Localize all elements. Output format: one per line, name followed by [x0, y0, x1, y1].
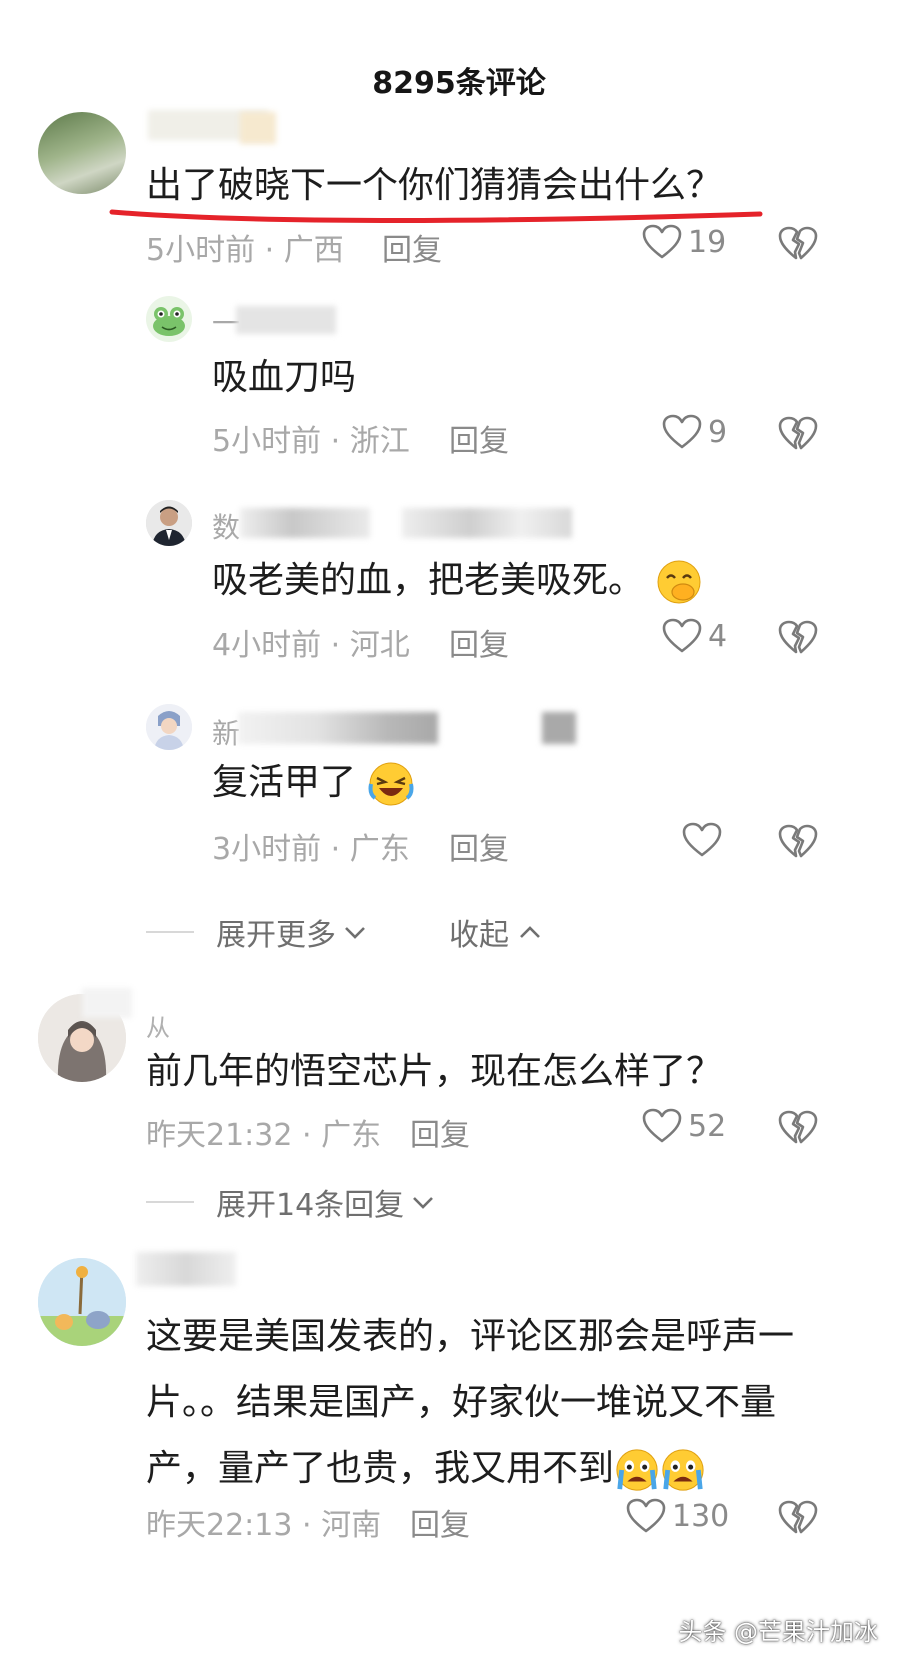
heart-icon [642, 1108, 682, 1144]
broken-heart-icon[interactable] [778, 620, 818, 656]
broken-heart-icon[interactable] [778, 1500, 818, 1536]
chevron-up-icon [520, 926, 540, 938]
username-blurred [542, 712, 576, 744]
broken-heart-icon[interactable] [778, 416, 818, 452]
comment-count-title: 8295条评论 [372, 66, 546, 101]
expand-replies-row[interactable]: 展开14条回复 [146, 1180, 436, 1224]
comment-text: 这要是美国发表的，评论区那会是呼声一片。。结果是国产，好家伙一堆说又不量产，量产… [146, 1304, 796, 1502]
username-blurred [82, 988, 132, 1018]
reply-button[interactable]: 回复 [410, 1500, 470, 1544]
like-button[interactable]: 130 [626, 1498, 729, 1534]
character-avatar-icon [146, 704, 192, 750]
heart-icon [682, 822, 722, 858]
like-button[interactable]: 9 [662, 414, 727, 450]
like-button[interactable]: 19 [642, 224, 726, 260]
reply-button[interactable]: 回复 [449, 416, 509, 460]
broken-heart-icon[interactable] [778, 1110, 818, 1146]
comment-text: 复活甲了 [212, 760, 415, 808]
crying-emoji [616, 1449, 658, 1491]
laugh-cry-emoji [368, 762, 414, 806]
expand-more-button[interactable]: 展开更多 [216, 910, 336, 954]
broken-heart-icon[interactable] [778, 824, 818, 860]
chevron-down-icon [413, 1197, 434, 1209]
username-blurred [136, 1252, 236, 1286]
avatar[interactable] [38, 1258, 126, 1346]
comment-time-location: 昨天21:32 · 广东 [146, 1118, 382, 1153]
username-blurred [240, 112, 276, 144]
divider-line [146, 931, 194, 933]
username-blurred [238, 712, 438, 744]
avatar[interactable] [38, 112, 126, 194]
person-avatar-icon [146, 500, 192, 546]
cartoon-avatar-icon [38, 1258, 126, 1346]
comment-text-content: 复活甲了 [212, 762, 357, 803]
heart-icon [662, 618, 702, 654]
avatar[interactable] [146, 296, 192, 342]
comment-time-location: 3小时前 · 广东 [212, 832, 410, 867]
smile-cover-mouth-emoji [657, 560, 701, 604]
like-count: 130 [672, 1498, 730, 1534]
collapse-row[interactable]: 收起 [449, 910, 543, 954]
heart-icon [626, 1498, 666, 1534]
comment-text: 吸血刀吗 [212, 357, 357, 398]
comment-text: 前几年的悟空芯片，现在怎么样了？ [146, 1051, 723, 1092]
username-prefix: 从 [146, 1014, 170, 1042]
username-blurred [240, 508, 370, 538]
reply-button[interactable]: 回复 [449, 620, 509, 664]
avatar[interactable] [146, 500, 192, 546]
expand-more-row[interactable]: 展开更多 [146, 910, 368, 954]
reply-button[interactable]: 回复 [410, 1110, 470, 1154]
watermark: 头条 @芒果汁加冰 [678, 1618, 878, 1646]
like-count: 4 [708, 618, 728, 654]
avatar[interactable] [146, 704, 192, 750]
comment-text-content: 吸老美的血，把老美吸死。 [212, 560, 645, 601]
heart-icon [642, 224, 682, 260]
collapse-button[interactable]: 收起 [449, 910, 509, 954]
comment-time-location: 昨天22:13 · 河南 [146, 1508, 382, 1543]
chevron-down-icon [345, 927, 365, 939]
comment-text: 吸老美的血，把老美吸死。 [212, 558, 703, 606]
like-count: 19 [688, 224, 727, 260]
comment-time-location: 5小时前 · 广西 [146, 233, 344, 268]
crying-emoji [662, 1449, 704, 1491]
reply-button[interactable]: 回复 [449, 824, 509, 868]
username-prefix: 新 [212, 717, 241, 750]
expand-replies-button[interactable]: 展开14条回复 [216, 1180, 404, 1224]
username-prefix: 数 [212, 511, 241, 544]
username-blurred [402, 508, 572, 538]
like-button[interactable]: 52 [642, 1108, 726, 1144]
comment-time-location: 5小时前 · 浙江 [212, 424, 410, 459]
like-button[interactable]: 4 [662, 618, 727, 654]
reply-button[interactable]: 回复 [382, 225, 442, 269]
broken-heart-icon[interactable] [778, 226, 818, 262]
like-count: 9 [708, 414, 728, 450]
like-count: 52 [688, 1108, 727, 1144]
heart-icon [662, 414, 702, 450]
comment-time-location: 4小时前 · 河北 [212, 628, 410, 663]
frog-avatar-icon [153, 307, 185, 336]
username-blurred [236, 306, 336, 334]
like-button[interactable] [682, 822, 728, 858]
divider-line [146, 1201, 194, 1203]
